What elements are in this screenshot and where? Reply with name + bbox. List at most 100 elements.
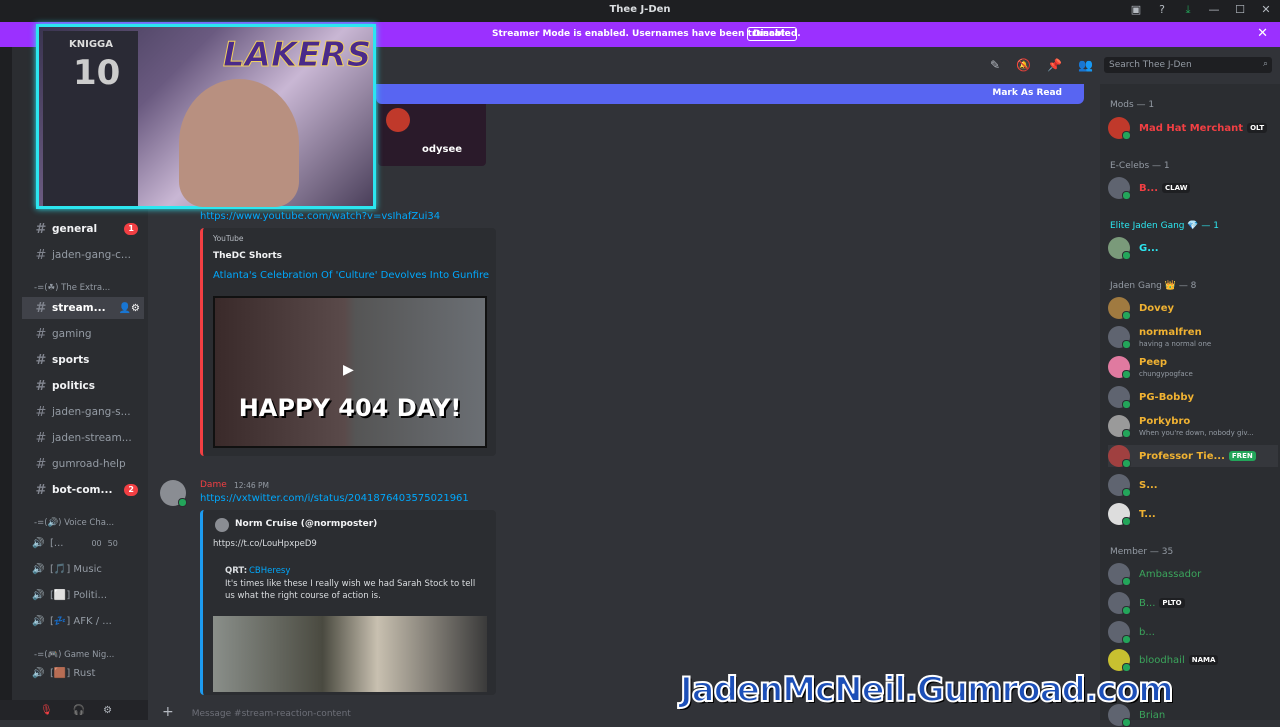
youtube-embed: YouTube TheDC Shorts Atlanta's Celebrati…	[200, 228, 496, 456]
embed-title[interactable]: Atlanta's Celebration Of 'Culture' Devol…	[213, 270, 489, 281]
avatar	[1108, 326, 1131, 349]
new-messages-bar[interactable]: Mark As Read	[376, 84, 1084, 104]
avatar[interactable]	[160, 480, 187, 507]
mute-channel-icon[interactable]: 🔕	[1016, 58, 1031, 72]
member-g7[interactable]: S...	[1108, 474, 1278, 497]
hash-icon: #	[35, 247, 47, 263]
youtube-link[interactable]: https://www.youtube.com/watch?v=vsIhafZu…	[200, 211, 440, 222]
role-header-ecelebs: E-Celebs — 1	[1110, 161, 1170, 171]
channel-jaden-gang-s[interactable]: # jaden-gang-s...	[12, 401, 148, 423]
member-m2[interactable]: B... PLTO	[1108, 592, 1278, 615]
message-author[interactable]: Dame	[200, 480, 227, 490]
voice-channel-music[interactable]: 🔊 [🎵] Music	[32, 564, 102, 575]
channel-politics[interactable]: # politics	[12, 375, 148, 397]
member-g4[interactable]: PG-Bobby	[1108, 386, 1278, 409]
role-header-member: Member — 35	[1110, 547, 1174, 557]
tweet-image[interactable]	[213, 616, 487, 692]
role-header-mods: Mods — 1	[1110, 100, 1155, 110]
member-m1[interactable]: Ambassador	[1108, 563, 1278, 586]
close-window-icon[interactable]: ✕	[1258, 3, 1274, 17]
tweet-link[interactable]: https://t.co/LouHpxpeD9	[213, 539, 317, 549]
voice-channel-politics[interactable]: 🔊 [⬜] Politi...	[32, 590, 107, 601]
help-icon[interactable]: ?	[1154, 3, 1170, 17]
member-g8[interactable]: T...	[1108, 503, 1278, 526]
member-m3[interactable]: b...	[1108, 621, 1278, 644]
avatar	[1108, 386, 1131, 409]
channel-sports[interactable]: # sports	[12, 349, 148, 371]
channel-gaming[interactable]: # gaming	[12, 323, 148, 345]
channel-stream[interactable]: # stream... 👤⚙	[22, 297, 144, 319]
member-g2[interactable]: normalfren having a normal one	[1108, 326, 1278, 349]
role-tag: FREN	[1228, 451, 1256, 461]
twitter-embed: Norm Cruise (@normposter) https://t.co/L…	[200, 510, 496, 695]
embed-author[interactable]: TheDC Shorts	[213, 251, 282, 261]
member-g5[interactable]: Porkybro When you're down, nobody giv...	[1108, 415, 1278, 438]
member-el1[interactable]: G...	[1108, 237, 1278, 260]
channel-general[interactable]: # general 1	[12, 218, 148, 240]
hash-icon: #	[35, 378, 47, 394]
avatar	[1108, 415, 1131, 438]
member-mod1[interactable]: Mad Hat Merchant OLT	[1108, 117, 1278, 140]
lakers-logo: LAKERS	[222, 35, 372, 76]
voice-channel-afk[interactable]: 🔊 [💤] AFK / ...	[32, 616, 112, 627]
speaker-icon: 🔊	[32, 616, 45, 627]
avatar	[1108, 649, 1131, 672]
channel-bot-com[interactable]: # bot-com... 2	[12, 479, 148, 501]
avatar	[215, 518, 229, 532]
webcam-overlay: KNIGGA 10 LAKERS	[36, 24, 376, 209]
play-icon[interactable]: ▶	[343, 362, 354, 378]
close-icon[interactable]: ✕	[1257, 26, 1268, 41]
avatar	[1108, 474, 1131, 497]
twitter-link[interactable]: https://vxtwitter.com/i/status/204187640…	[200, 493, 469, 504]
member-g1[interactable]: Dovey	[1108, 297, 1278, 320]
odysee-thumbnail[interactable]: odysee	[378, 104, 486, 166]
headset-icon[interactable]: 🎧	[73, 705, 85, 716]
avatar	[1108, 237, 1131, 260]
role-tag: CLAW	[1162, 183, 1191, 193]
search-input[interactable]: Search Thee J-Den ⌕	[1104, 57, 1272, 73]
maximize-icon[interactable]: ☐	[1232, 3, 1248, 17]
odysee-logo: odysee	[422, 144, 463, 155]
members-icon[interactable]: 👥	[1078, 58, 1093, 72]
threads-icon[interactable]: ✎	[990, 58, 1000, 72]
disable-button[interactable]: Disable	[747, 27, 797, 41]
inbox-icon[interactable]: ▣	[1128, 3, 1144, 17]
channel-jaden-gang-c[interactable]: # jaden-gang-c...	[12, 244, 148, 266]
role-tag: OLT	[1247, 123, 1268, 133]
voice-channel-1[interactable]: 🔊 [... 00 50	[32, 538, 118, 549]
window-title: Thee J-Den	[609, 4, 671, 15]
server-rail	[0, 47, 12, 720]
voice-channel-rust[interactable]: 🔊 [🟫] Rust	[32, 668, 95, 679]
message-input[interactable]: + Message #stream-reaction-content	[162, 704, 351, 720]
category-voice[interactable]: -=(🔊) Voice Cha...	[34, 518, 114, 528]
unread-badge: 1	[124, 223, 138, 235]
avatar	[1108, 563, 1131, 586]
hash-icon: #	[35, 326, 47, 342]
member-g3[interactable]: Peep chungypogface	[1108, 356, 1278, 379]
settings-icon[interactable]: 👤⚙	[119, 303, 140, 314]
member-m4[interactable]: bloodhail NAMA	[1108, 649, 1278, 672]
channel-jaden-stream[interactable]: # jaden-stream...	[12, 427, 148, 449]
speaker-icon: 🔊	[32, 668, 45, 679]
mute-icon[interactable]: 🎙	[40, 705, 53, 716]
member-g6[interactable]: Professor Tie... FREN	[1108, 445, 1278, 468]
qrt-handle[interactable]: CBHeresy	[249, 566, 290, 576]
hash-icon: #	[35, 352, 47, 368]
category-extra[interactable]: -=(☘) The Extra...	[34, 283, 110, 293]
tweet-author[interactable]: Norm Cruise (@normposter)	[235, 519, 377, 529]
member-ec1[interactable]: B... CLAW	[1108, 177, 1278, 200]
add-icon[interactable]: +	[162, 704, 174, 720]
category-game[interactable]: -=(🎮) Game Nig...	[34, 650, 114, 660]
mark-as-read-button[interactable]: Mark As Read	[992, 88, 1062, 98]
video-thumbnail[interactable]: HAPPY 404 DAY! ▶	[213, 296, 487, 448]
channel-gumroad-help[interactable]: # gumroad-help	[12, 453, 148, 475]
embed-provider: YouTube	[213, 234, 244, 243]
message-timestamp: 12:46 PM	[234, 481, 269, 490]
pin-icon[interactable]: 📌	[1047, 58, 1062, 72]
qrt-label: QRT:	[225, 566, 248, 576]
title-bar: Thee J-Den ▣ ? ⤓ — ☐ ✕	[0, 0, 1280, 22]
download-icon[interactable]: ⤓	[1180, 3, 1196, 17]
minimize-icon[interactable]: —	[1206, 3, 1222, 17]
gear-icon[interactable]: ⚙	[103, 705, 112, 716]
jersey-number: 10	[73, 53, 121, 93]
